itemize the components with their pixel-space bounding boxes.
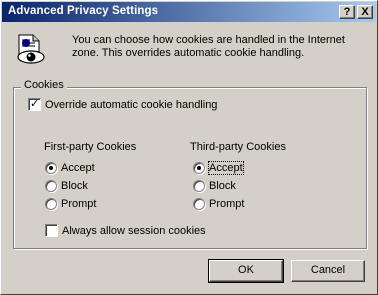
override-checkbox[interactable]: ✓ — [28, 98, 41, 111]
session-checkbox-row[interactable]: Always allow session cookies — [45, 224, 206, 237]
radio-label-focused: Accept — [208, 161, 244, 175]
radio-button[interactable] — [193, 162, 205, 174]
radio-button[interactable] — [45, 162, 57, 174]
close-button[interactable]: X — [357, 5, 373, 19]
radio-button[interactable] — [45, 198, 57, 210]
first-party-block-radio[interactable]: Block — [45, 180, 88, 192]
third-party-block-radio[interactable]: Block — [193, 180, 236, 192]
privacy-document-eye-icon — [17, 34, 45, 64]
radio-label: Accept — [61, 162, 95, 174]
third-party-accept-radio[interactable]: Accept — [193, 161, 244, 175]
third-party-title: Third-party Cookies — [190, 141, 286, 153]
radio-label: Prompt — [61, 198, 97, 210]
first-party-accept-radio[interactable]: Accept — [45, 162, 95, 174]
window-title: Advanced Privacy Settings — [8, 5, 159, 17]
checkmark-icon: ✓ — [30, 98, 40, 110]
help-button[interactable]: ? — [339, 5, 355, 19]
advanced-privacy-settings-dialog: Advanced Privacy Settings ? X You can ch… — [0, 0, 378, 295]
override-checkbox-row[interactable]: ✓ Override automatic cookie handling — [28, 98, 217, 111]
radio-selected-dot — [49, 166, 53, 170]
radio-button[interactable] — [45, 180, 57, 192]
first-party-title: First-party Cookies — [44, 141, 137, 153]
cookies-group-label: Cookies — [21, 79, 67, 91]
first-party-prompt-radio[interactable]: Prompt — [45, 198, 96, 210]
radio-selected-dot — [197, 166, 201, 170]
radio-button[interactable] — [193, 198, 205, 210]
radio-label: Block — [61, 180, 88, 192]
cancel-button[interactable]: Cancel — [291, 260, 365, 282]
title-bar[interactable]: Advanced Privacy Settings ? X — [2, 2, 376, 22]
intro-text: You can choose how cookies are handled i… — [72, 34, 345, 59]
radio-label: Prompt — [209, 198, 245, 210]
ok-button[interactable]: OK — [208, 259, 284, 283]
radio-button[interactable] — [193, 180, 205, 192]
radio-label: Block — [209, 180, 236, 192]
override-checkbox-label: Override automatic cookie handling — [45, 98, 218, 111]
session-checkbox[interactable] — [45, 224, 58, 237]
session-checkbox-label: Always allow session cookies — [62, 224, 206, 237]
third-party-prompt-radio[interactable]: Prompt — [193, 198, 244, 210]
